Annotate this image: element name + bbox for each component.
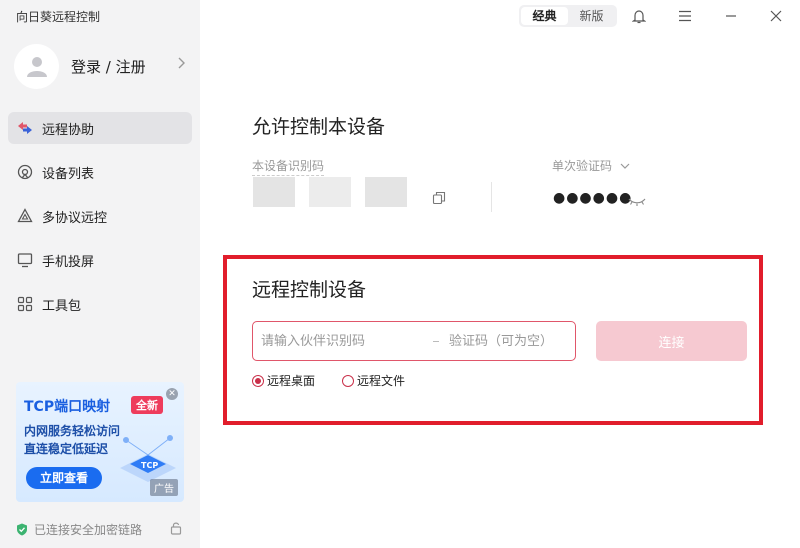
copy-icon[interactable] [432,190,446,209]
login-entry[interactable]: 登录 / 注册 [14,43,190,89]
login-label: 登录 / 注册 [71,57,146,76]
device-id-label: 本设备识别码 [252,157,325,176]
sidebar-nav: 远程协助 设备列表 多协议远控 手机投屏 工具包 [8,112,192,332]
divider [491,182,492,212]
otp-value: ●●●●●● [553,190,633,206]
otp-label: 单次验证码 [552,159,613,173]
network-graphic-icon: TCP [120,435,176,482]
device-id-masked [365,177,407,207]
sidebar-item-label: 多协议远控 [42,210,108,226]
radio-remote-desktop[interactable]: 远程桌面 [252,372,315,389]
sidebar-item-label: 手机投屏 [42,254,95,270]
bell-icon[interactable] [631,8,647,24]
device-id-masked [309,177,351,207]
version-toggle: 经典 新版 [519,5,617,27]
verification-code-input[interactable] [449,322,569,360]
sidebar-item-label: 工具包 [42,298,82,314]
chevron-down-icon [620,163,630,169]
ad-line-2: 直连稳定低延迟 [24,442,109,456]
radio-selected-indicator [252,374,264,387]
shield-check-icon [17,523,27,536]
eye-closed-icon[interactable] [628,192,646,211]
remote-control-title: 远程控制设备 [252,279,367,301]
ad-graphic-label: TCP [141,461,158,470]
ad-banner[interactable]: TCP端口映射 全新 内网服务轻松访问 直连稳定低延迟 TCP 立即查看 ✕ 广… [16,382,184,502]
sidebar-item-label: 设备列表 [42,166,95,182]
ad-line-1: 内网服务轻松访问 [24,424,121,438]
ad-tag: 广告 [150,479,178,496]
ad-title: TCP端口映射 [24,399,111,415]
sidebar-item-toolkit[interactable]: 工具包 [8,288,192,320]
minimize-icon[interactable] [723,8,739,24]
sidebar-item-screen-cast[interactable]: 手机投屏 [8,244,192,276]
sidebar-item-device-list[interactable]: 设备列表 [8,156,192,188]
radio-label: 远程文件 [357,374,406,388]
chevron-right-icon [178,57,186,73]
app-title: 向日葵远程控制 [16,10,101,24]
allow-control-title: 允许控制本设备 [252,116,386,138]
radio-remote-file[interactable]: 远程文件 [342,372,405,389]
lock-icon[interactable] [170,521,182,535]
otp-dropdown[interactable]: 单次验证码 [552,157,630,174]
ad-new-badge: 全新 [131,396,163,414]
partner-code-field [252,321,576,361]
multi-protocol-icon [16,207,34,225]
ad-view-button[interactable]: 立即查看 [26,467,102,489]
user-icon [26,57,47,77]
connect-button[interactable]: 连接 [596,321,747,361]
toolkit-icon [16,295,34,313]
screen-cast-icon [16,251,34,269]
sidebar-item-remote-assist[interactable]: 远程协助 [8,112,192,144]
radio-label: 远程桌面 [267,374,316,388]
remote-assist-icon [16,119,34,137]
partner-id-input[interactable] [261,322,421,360]
sidebar: 向日葵远程控制 登录 / 注册 远程协助 设备列表 多协议远控 手机投屏 工具包… [0,0,200,548]
menu-icon[interactable] [677,8,693,24]
sidebar-item-multi-protocol[interactable]: 多协议远控 [8,200,192,232]
status-text: 已连接安全加密链路 [34,523,143,537]
device-id-masked [253,177,295,207]
ad-close-icon[interactable]: ✕ [166,388,178,400]
mode-classic-tab[interactable]: 经典 [521,7,568,25]
avatar [14,43,59,89]
sidebar-item-label: 远程协助 [42,122,95,138]
mode-new-tab[interactable]: 新版 [568,7,615,25]
input-separator [433,341,439,342]
app-window: 向日葵远程控制 登录 / 注册 远程协助 设备列表 多协议远控 手机投屏 工具包… [0,0,800,548]
connection-status: 已连接安全加密链路 [16,521,186,538]
close-icon[interactable] [768,8,784,24]
device-list-icon [16,163,34,181]
radio-unselected-indicator [342,374,354,387]
